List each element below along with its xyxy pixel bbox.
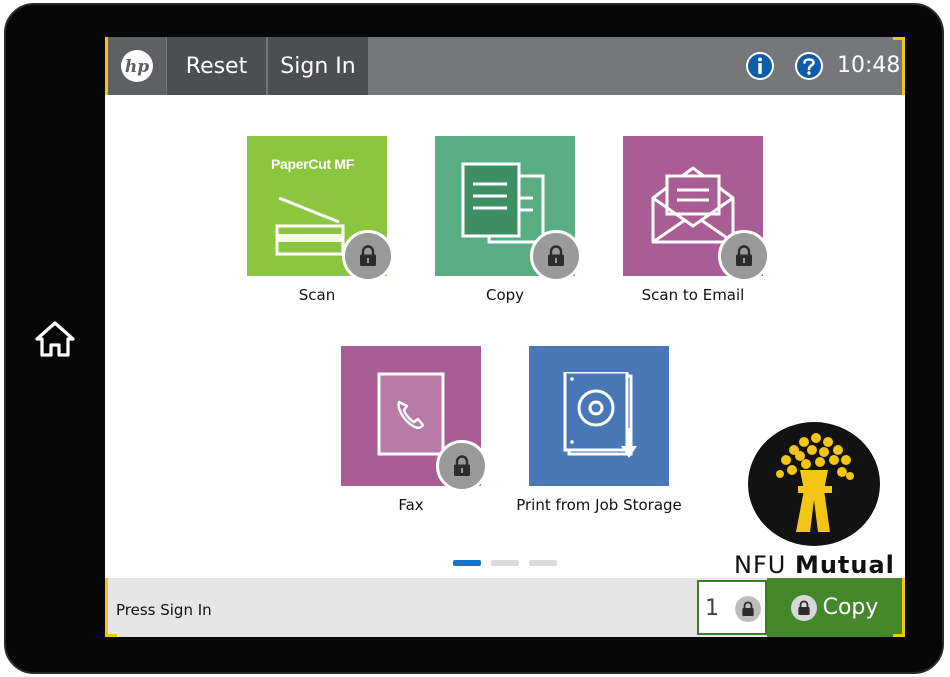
scan-lock-icon xyxy=(342,230,394,282)
copy-tile[interactable]: Copy xyxy=(435,136,582,304)
clock: 10:48 xyxy=(837,53,901,78)
copy-lock-icon xyxy=(530,230,582,282)
sign-in-button[interactable]: Sign In xyxy=(268,37,368,95)
fax-tile-icon-area xyxy=(341,346,488,492)
page-dot-2[interactable] xyxy=(491,560,519,566)
scan-to-email-lock-icon xyxy=(718,230,770,282)
scan-tile[interactable]: PaperCut MF Scan xyxy=(247,136,394,304)
nfu-mutual-wordmark: NFU Mutual xyxy=(734,551,895,579)
print-from-job-storage-tile[interactable]: Print from Job Storage xyxy=(516,346,682,514)
copy-button-lock-icon xyxy=(790,594,817,621)
copy-tile-icon-area xyxy=(435,136,582,282)
fax-phone-icon xyxy=(377,372,445,456)
scan-tile-icon-area: PaperCut MF xyxy=(247,136,394,282)
page-dot-3[interactable] xyxy=(529,560,557,566)
top-bar: hp Reset Sign In 10:48 xyxy=(105,37,905,95)
bottom-bar: Press Sign In 1 Copy xyxy=(105,578,905,637)
home-icon[interactable] xyxy=(34,318,76,360)
copies-value: 1 xyxy=(705,596,719,621)
scan-to-email-icon-area xyxy=(623,136,770,282)
copies-lock-icon xyxy=(735,596,761,622)
mutual-text: Mutual xyxy=(794,551,895,579)
copy-documents-icon xyxy=(461,162,545,244)
fax-lock-icon xyxy=(436,440,488,492)
fax-tile[interactable]: Fax xyxy=(341,346,488,514)
nfu-text: NFU xyxy=(734,551,795,579)
scan-to-email-label: Scan to Email xyxy=(641,286,745,304)
copy-button-label: Copy xyxy=(822,595,879,620)
storage-drive-icon xyxy=(563,372,637,458)
scan-to-email-tile[interactable]: Scan to Email xyxy=(623,136,770,304)
scan-label: Scan xyxy=(298,286,336,304)
copies-field[interactable]: 1 xyxy=(697,580,767,635)
hp-logo-text: hp xyxy=(125,57,149,77)
envelope-icon xyxy=(651,166,735,244)
copy-label: Copy xyxy=(485,286,525,304)
hp-logo: hp xyxy=(108,37,166,95)
papercut-brand: PaperCut MF xyxy=(271,156,355,172)
page-dot-1[interactable] xyxy=(453,560,481,566)
nfu-wheatsheaf-logo xyxy=(746,420,882,548)
print-from-job-storage-label: Print from Job Storage xyxy=(516,496,682,514)
copy-start-button[interactable]: Copy xyxy=(767,578,905,637)
fax-label: Fax xyxy=(398,496,424,514)
help-icon[interactable] xyxy=(794,51,824,81)
control-panel-screen: hp Reset Sign In 10:48 PaperCut MF Scan … xyxy=(105,37,905,637)
info-icon[interactable] xyxy=(745,51,775,81)
reset-button[interactable]: Reset xyxy=(167,37,266,95)
job-storage-icon-area xyxy=(529,346,669,486)
status-message: Press Sign In xyxy=(116,601,212,619)
